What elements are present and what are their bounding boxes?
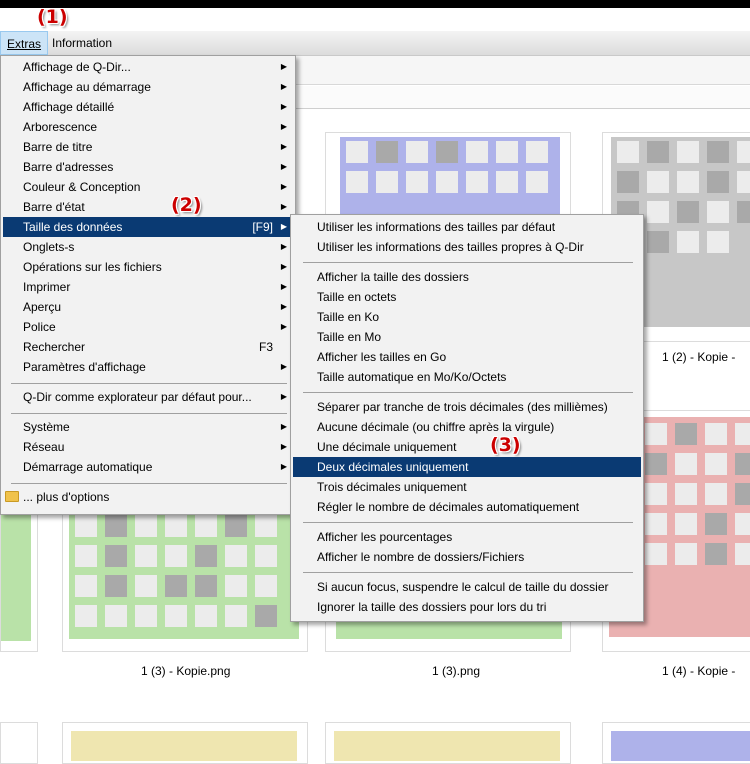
menu-information[interactable]: Information [46,31,118,55]
menu-item-barre-etat[interactable]: Barre d'état ▶ [3,197,293,217]
taille-donnees-submenu: Utiliser les informations des tailles pa… [290,214,644,622]
menu-bar: Extras Information [0,31,750,56]
menu-item-demarrage-automatique[interactable]: Démarrage automatique ▶ [3,457,293,477]
submenu-item-trois-decimales[interactable]: Trois décimales uniquement [293,477,641,497]
menu-item-affichage-detaille[interactable]: Affichage détaillé ▶ [3,97,293,117]
menu-item-rechercher[interactable]: Rechercher F3 [3,337,293,357]
submenu-item-une-decimale[interactable]: Une décimale uniquement [293,437,641,457]
menu-separator [303,392,633,393]
submenu-item-taille-mo[interactable]: Taille en Mo [293,327,641,347]
menu-item-onglets[interactable]: Onglets-s ▶ [3,237,293,257]
menu-item-operations-fichiers[interactable]: Opérations sur les fichiers ▶ [3,257,293,277]
submenu-item-tailles-defaut[interactable]: Utiliser les informations des tailles pa… [293,217,641,237]
address-bar[interactable] [290,86,750,109]
menu-item-systeme[interactable]: Système ▶ [3,417,293,437]
menu-item-explorateur-defaut[interactable]: Q-Dir comme explorateur par défaut pour.… [3,387,293,407]
menu-separator [11,383,287,384]
thumbnail-bottom[interactable] [602,722,750,764]
submenu-item-suspendre-calcul[interactable]: Si aucun focus, suspendre le calcul de t… [293,577,641,597]
menu-item-barre-adresses[interactable]: Barre d'adresses ▶ [3,157,293,177]
thumbnail-green-edge[interactable] [0,500,38,652]
folder-icon [5,491,19,502]
submenu-item-ignorer-taille-tri[interactable]: Ignorer la taille des dossiers pour lors… [293,597,641,617]
submenu-item-aucune-decimale[interactable]: Aucune décimale (ou chiffre après la vir… [293,417,641,437]
annotation-step-2: (2) [171,194,202,216]
submenu-item-pourcentages[interactable]: Afficher les pourcentages [293,527,641,547]
submenu-item-separer-milliemes[interactable]: Séparer par tranche de trois décimales (… [293,397,641,417]
thumbnail-label: 1 (3) - Kopie.png [141,664,231,678]
submenu-item-tailles-go[interactable]: Afficher les tailles en Go [293,347,641,367]
menu-separator [303,572,633,573]
menu-item-imprimer[interactable]: Imprimer ▶ [3,277,293,297]
menu-item-affichage-demarrage[interactable]: Affichage au démarrage ▶ [3,77,293,97]
menu-separator [303,522,633,523]
menu-extras-label: Extras [7,37,42,51]
thumbnail-green[interactable] [62,500,308,652]
thumbnail-label: 1 (4) - Kopie - [662,664,736,678]
annotation-step-1: (1) [37,6,68,28]
menu-item-police[interactable]: Police ▶ [3,317,293,337]
menu-item-parametres-affichage[interactable]: Paramètres d'affichage ▶ [3,357,293,377]
thumbnail-label: 1 (2) - Kopie - [662,350,736,364]
annotation-step-3: (3) [490,434,521,456]
menu-item-plus-options[interactable]: ... plus d'options [3,487,293,507]
thumbnail-label: 1 (3).png [432,664,481,678]
thumbnail-bottom[interactable] [325,722,571,764]
submenu-item-taille-ko[interactable]: Taille en Ko [293,307,641,327]
menu-item-reseau[interactable]: Réseau ▶ [3,437,293,457]
menu-item-apercu[interactable]: Aperçu ▶ [3,297,293,317]
submenu-item-nombre-dossiers-fichiers[interactable]: Afficher le nombre de dossiers/Fichiers [293,547,641,567]
submenu-item-taille-auto[interactable]: Taille automatique en Mo/Ko/Octets [293,367,641,387]
menu-extras[interactable]: Extras [0,31,49,55]
menu-separator [11,483,287,484]
menu-item-couleur-conception[interactable]: Couleur & Conception ▶ [3,177,293,197]
menu-item-taille-donnees[interactable]: Taille des données [F9] ▶ [3,217,293,237]
submenu-item-decimales-auto[interactable]: Régler le nombre de décimales automatiqu… [293,497,641,517]
submenu-item-deux-decimales[interactable]: Deux décimales uniquement [293,457,641,477]
menu-item-affichage-qdir[interactable]: Affichage de Q-Dir... ▶ [3,57,293,77]
toolbar [290,56,750,85]
window-top-edge [0,0,750,8]
menu-separator [11,413,287,414]
extras-menu: Affichage de Q-Dir... ▶ Affichage au déma… [0,55,296,515]
menu-item-arborescence[interactable]: Arborescence ▶ [3,117,293,137]
thumbnail-bottom[interactable] [62,722,308,764]
submenu-item-tailles-qdir[interactable]: Utiliser les informations des tailles pr… [293,237,641,257]
submenu-item-taille-octets[interactable]: Taille en octets [293,287,641,307]
menu-separator [303,262,633,263]
submenu-item-taille-dossiers[interactable]: Afficher la taille des dossiers [293,267,641,287]
menu-item-barre-titre[interactable]: Barre de titre ▶ [3,137,293,157]
thumbnail-bottom[interactable] [0,722,38,764]
